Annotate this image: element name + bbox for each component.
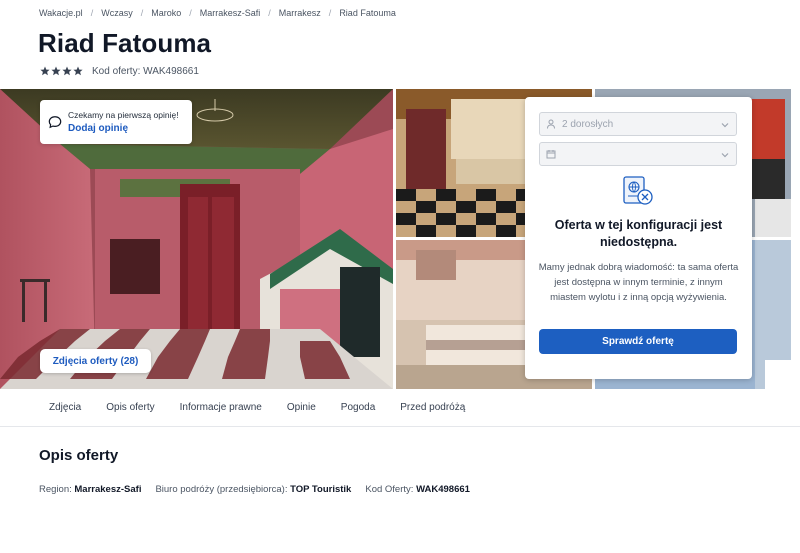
tab-before-trip[interactable]: Przed podróżą [400, 402, 465, 413]
offer-unavailable-icon [623, 176, 653, 205]
breadcrumb-separator: / [189, 8, 192, 18]
breadcrumb-link-region[interactable]: Marrakesz-Safi [200, 8, 261, 18]
chevron-down-icon [721, 123, 729, 128]
star-icon [51, 66, 61, 76]
calendar-icon [546, 150, 556, 159]
page-title: Riad Fatouma [38, 28, 212, 58]
tab-legal-info[interactable]: Informacje prawne [180, 402, 262, 413]
breadcrumb-link-wczasy[interactable]: Wczasy [101, 8, 133, 18]
review-prompt: Czekamy na pierwszą opinię! [68, 110, 179, 120]
chat-bubble-icon [48, 116, 62, 129]
code-value: WAK498661 [416, 483, 470, 495]
code-label: Kod Oferty: [365, 483, 414, 495]
region-info: Region: Marrakesz-Safi [39, 484, 141, 495]
breadcrumb-current: Riad Fatouma [339, 8, 396, 18]
breadcrumb-separator: / [90, 8, 94, 18]
breadcrumb-link-maroko[interactable]: Maroko [151, 8, 181, 18]
unavailable-title: Oferta w tej konfiguracji jest niedostęp… [554, 218, 723, 249]
tab-photos[interactable]: Zdjęcia [49, 402, 81, 413]
code-info: Kod Oferty: WAK498661 [365, 484, 470, 495]
tab-reviews[interactable]: Opinie [287, 402, 316, 413]
date-select[interactable] [539, 142, 737, 166]
region-label: Region: [39, 483, 72, 495]
breadcrumb-separator: / [140, 8, 144, 18]
offer-meta-row: Region: Marrakesz-Safi Biuro podróży (pr… [39, 483, 484, 495]
breadcrumb: Wakacje.pl / Wczasy / Maroko / Marrakesz… [39, 7, 396, 19]
description-heading: Opis oferty [39, 447, 119, 464]
check-offer-button[interactable]: Sprawdź ofertę [539, 329, 737, 354]
person-icon [547, 119, 555, 129]
star-icon [40, 66, 50, 76]
first-review-card: Czekamy na pierwszą opinię! Dodaj opinię [40, 100, 192, 144]
breadcrumb-separator: / [328, 8, 332, 18]
add-review-link[interactable]: Dodaj opinię [68, 123, 179, 134]
breadcrumb-link-city[interactable]: Marrakesz [279, 8, 321, 18]
guests-value: 2 dorosłych [562, 118, 614, 130]
offer-code: Kod oferty: WAK498661 [92, 65, 199, 77]
unavailable-message: Mamy jednak dobrą wiadomość: ta sama ofe… [538, 262, 739, 303]
breadcrumb-link-wakacje[interactable]: Wakacje.pl [39, 8, 83, 18]
breadcrumb-separator: / [268, 8, 271, 18]
chevron-down-icon [721, 153, 729, 158]
star-rating [40, 66, 83, 76]
tab-description[interactable]: Opis oferty [106, 402, 154, 413]
hotel-meta-row: Kod oferty: WAK498661 [40, 65, 199, 77]
guests-select[interactable]: 2 dorosłych [539, 112, 737, 136]
region-value: Marrakesz-Safi [74, 483, 142, 495]
star-icon [62, 66, 72, 76]
agency-label: Biuro podróży (przedsiębiorca): [155, 483, 288, 495]
agency-value: TOP Touristik [290, 483, 352, 495]
star-icon [73, 66, 83, 76]
offer-photos-button[interactable]: Zdjęcia oferty (28) [40, 349, 151, 373]
offer-panel: 2 dorosłych Oferta w tej konfiguracji je… [525, 97, 752, 379]
agency-info: Biuro podróży (przedsiębiorca): TOP Tour… [155, 484, 351, 495]
tab-weather[interactable]: Pogoda [341, 402, 375, 413]
section-tabs: Zdjęcia Opis oferty Informacje prawne Op… [0, 389, 800, 427]
